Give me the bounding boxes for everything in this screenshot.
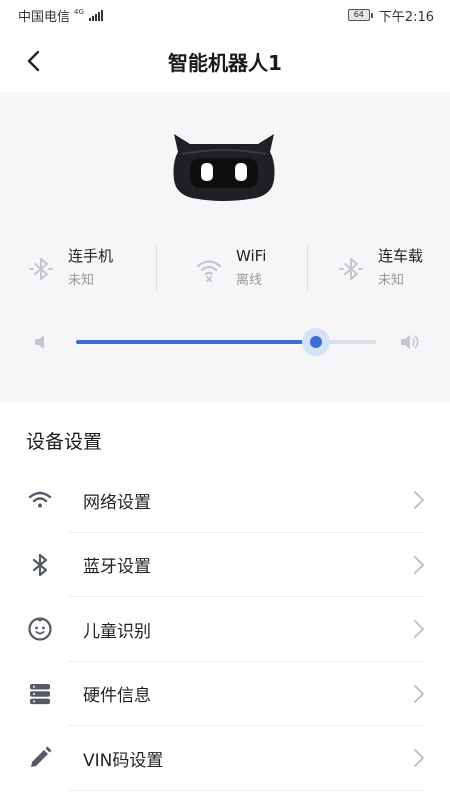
status-car-value: 未知 <box>378 273 405 288</box>
battery-icon: 64 <box>347 9 373 21</box>
pencil-icon <box>27 745 53 771</box>
chevron-right-icon <box>414 555 424 574</box>
status-wifi-label: WiFi <box>236 247 267 265</box>
setting-label: 儿童识别 <box>83 621 151 642</box>
status-bar: 中国电信 4G 64 下午2:16 <box>0 0 450 30</box>
divider <box>68 789 424 791</box>
setting-label: 硬件信息 <box>83 686 151 707</box>
bluetooth-off-icon <box>336 254 366 284</box>
status-wifi: WiFi 离线 <box>194 242 266 298</box>
status-wifi-value: 离线 <box>236 273 263 288</box>
wifi-icon <box>27 487 53 513</box>
setting-child-recognition[interactable]: 儿童识别 <box>0 597 450 662</box>
bluetooth-icon <box>27 552 53 578</box>
volume-high-icon <box>401 335 419 349</box>
divider <box>307 246 308 292</box>
setting-bluetooth[interactable]: 蓝牙设置 <box>0 533 450 597</box>
back-button[interactable] <box>18 45 50 77</box>
volume-slider-thumb[interactable] <box>302 328 330 356</box>
status-phone: 连手机 未知 <box>26 242 113 298</box>
wifi-off-icon <box>194 254 224 284</box>
status-phone-value: 未知 <box>68 273 95 288</box>
device-panel: 连手机 未知 WiFi 离线 连车载 未知 <box>0 92 450 402</box>
divider <box>156 246 157 292</box>
volume-slider-fill <box>76 340 316 344</box>
setting-label: 蓝牙设置 <box>83 557 151 578</box>
settings-list: 网络设置 蓝牙设置 儿童识别 硬件信息 VIN码设置 <box>0 468 450 791</box>
chevron-right-icon <box>414 620 424 639</box>
setting-network[interactable]: 网络设置 <box>0 468 450 533</box>
page-title: 智能机器人1 <box>168 50 282 75</box>
app-header: 智能机器人1 <box>0 30 450 92</box>
setting-vin[interactable]: VIN码设置 <box>0 726 450 791</box>
hardware-icon <box>27 681 53 707</box>
status-bar-left: 中国电信 4G <box>18 6 103 25</box>
volume-slider[interactable] <box>76 328 376 356</box>
volume-low-icon <box>35 335 44 349</box>
connection-status-row: 连手机 未知 WiFi 离线 连车载 未知 <box>0 242 450 298</box>
setting-label: 网络设置 <box>83 492 151 513</box>
setting-hardware-info[interactable]: 硬件信息 <box>0 662 450 726</box>
volume-control <box>0 324 450 360</box>
chevron-right-icon <box>414 749 424 768</box>
network-type: 4G <box>74 7 84 16</box>
status-bar-right: 64 下午2:16 <box>347 6 434 25</box>
status-phone-label: 连手机 <box>68 247 114 265</box>
clock: 下午2:16 <box>378 9 434 25</box>
bluetooth-off-icon <box>26 254 56 284</box>
child-face-icon <box>27 616 53 642</box>
battery-level: 64 <box>347 9 370 21</box>
status-car-label: 连车载 <box>378 247 424 265</box>
chevron-right-icon <box>414 491 424 510</box>
chevron-right-icon <box>414 684 424 703</box>
section-title: 设备设置 <box>26 431 103 453</box>
carrier-name: 中国电信 <box>18 9 71 25</box>
chevron-left-icon <box>27 50 40 72</box>
status-car: 连车载 未知 <box>336 242 423 298</box>
setting-label: VIN码设置 <box>83 750 164 771</box>
signal-icon <box>88 9 103 21</box>
robot-image <box>173 134 275 201</box>
